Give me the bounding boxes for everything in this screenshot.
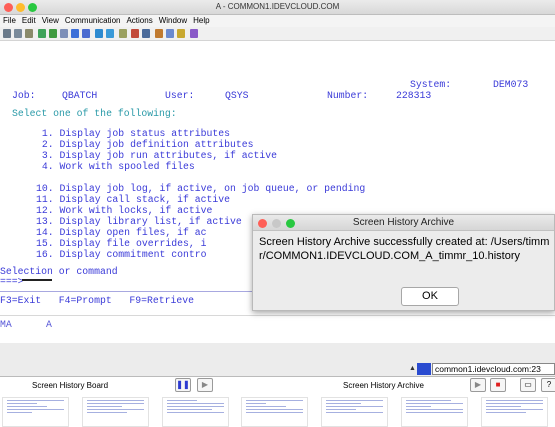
history-thumbnail[interactable] [321,397,388,427]
option-1: 1. Display job status attributes [36,128,231,139]
option-14: 14. Display open files, if ac [36,227,207,238]
window-toggle-icon[interactable]: ▭ [520,378,536,392]
history-thumbnail[interactable] [2,397,69,427]
bars-icon[interactable] [142,29,150,38]
ok-button[interactable]: OK [401,287,459,306]
command-arrow: ===> [0,276,24,287]
menu-bar: File Edit View Communication Actions Window He… [0,15,555,27]
record-stop-icon[interactable]: ■ [490,378,506,392]
job-value: QBATCH [62,90,98,101]
archive-play-icon[interactable]: ▶ [470,378,486,392]
chart-icon[interactable] [131,29,139,38]
send-icon[interactable] [38,29,46,38]
menu-view[interactable]: View [39,15,62,26]
option-15: 15. Display file overrides, i [36,238,207,249]
dialog-title: Screen History Archive [352,217,455,228]
transfer-icon[interactable] [177,29,185,38]
receive-icon[interactable] [49,29,57,38]
window-title: A - COMMON1.IDEVCLOUD.COM [215,2,340,11]
select-prompt: Select one of the following: [12,108,177,119]
menu-file[interactable]: File [0,15,19,26]
job-label: Job: [12,90,36,101]
window-titlebar: A - COMMON1.IDEVCLOUD.COM [0,0,555,15]
menu-help[interactable]: Help [190,15,212,26]
user-label: User: [165,90,195,101]
option-3: 3. Display job run attributes, if active [36,150,278,161]
paste-icon[interactable] [25,29,33,38]
print-icon[interactable] [3,29,11,38]
menu-communication[interactable]: Communication [62,15,124,26]
map-icon[interactable] [119,29,127,38]
function-keys: F3=Exit F4=Prompt F9=Retrieve [0,295,195,306]
command-input[interactable] [22,279,52,281]
option-13: 13. Display library list, if active [36,216,242,227]
dialog-message: Screen History Archive successfully crea… [259,236,550,262]
menu-edit[interactable]: Edit [19,15,39,26]
option-4: 4. Work with spooled files [36,161,195,172]
record-icon[interactable] [71,29,79,38]
menu-window[interactable]: Window [156,15,190,26]
history-thumbnails [0,397,555,427]
option-12: 12. Work with locks, if active [36,205,213,216]
dialog-titlebar: Screen History Archive [253,215,554,231]
number-value: 228313 [396,90,432,101]
status-divider [0,315,555,316]
screen-history-panel: Screen History Board ❚❚ ▶ Screen History… [0,376,555,427]
copy-icon[interactable] [14,29,22,38]
archive-dialog: Screen History Archive Screen History Ar… [252,214,555,311]
option-10: 10. Display job log, if active, on job q… [36,183,366,194]
stats-icon[interactable] [155,29,163,38]
toolbar [0,27,555,41]
system-label: System: [410,79,452,90]
help-button[interactable]: ? [541,378,555,392]
dropdown-arrow-icon[interactable]: ▲ [409,365,416,372]
history-archive-label: Screen History Archive [343,381,424,390]
status-left: MA [0,319,12,330]
system-value: DEM073 [493,79,529,90]
keyboard-icon[interactable] [82,29,90,38]
macro-icon[interactable] [60,29,68,38]
menu-actions[interactable]: Actions [123,15,155,26]
option-2: 2. Display job definition attributes [36,139,254,150]
play-icon[interactable]: ▶ [197,378,213,392]
user-value: QSYS [225,90,249,101]
status-right: A [46,319,52,330]
history-thumbnail[interactable] [401,397,468,427]
pause-icon[interactable]: ❚❚ [175,378,191,392]
option-16: 16. Display commitment contro [36,249,207,260]
graph-icon[interactable] [166,29,174,38]
history-thumbnail[interactable] [241,397,308,427]
history-thumbnail[interactable] [162,397,229,427]
history-thumbnail[interactable] [481,397,548,427]
session-icon[interactable] [106,29,114,38]
help-icon[interactable] [190,29,198,38]
history-board-label: Screen History Board [32,381,109,390]
host-address-field[interactable]: common1.idevcloud.com:23 [432,363,555,375]
number-label: Number: [327,90,369,101]
option-11: 11. Display call stack, if active [36,194,231,205]
session-icon-badge [417,363,431,375]
history-thumbnail[interactable] [82,397,149,427]
display-icon[interactable] [95,29,103,38]
